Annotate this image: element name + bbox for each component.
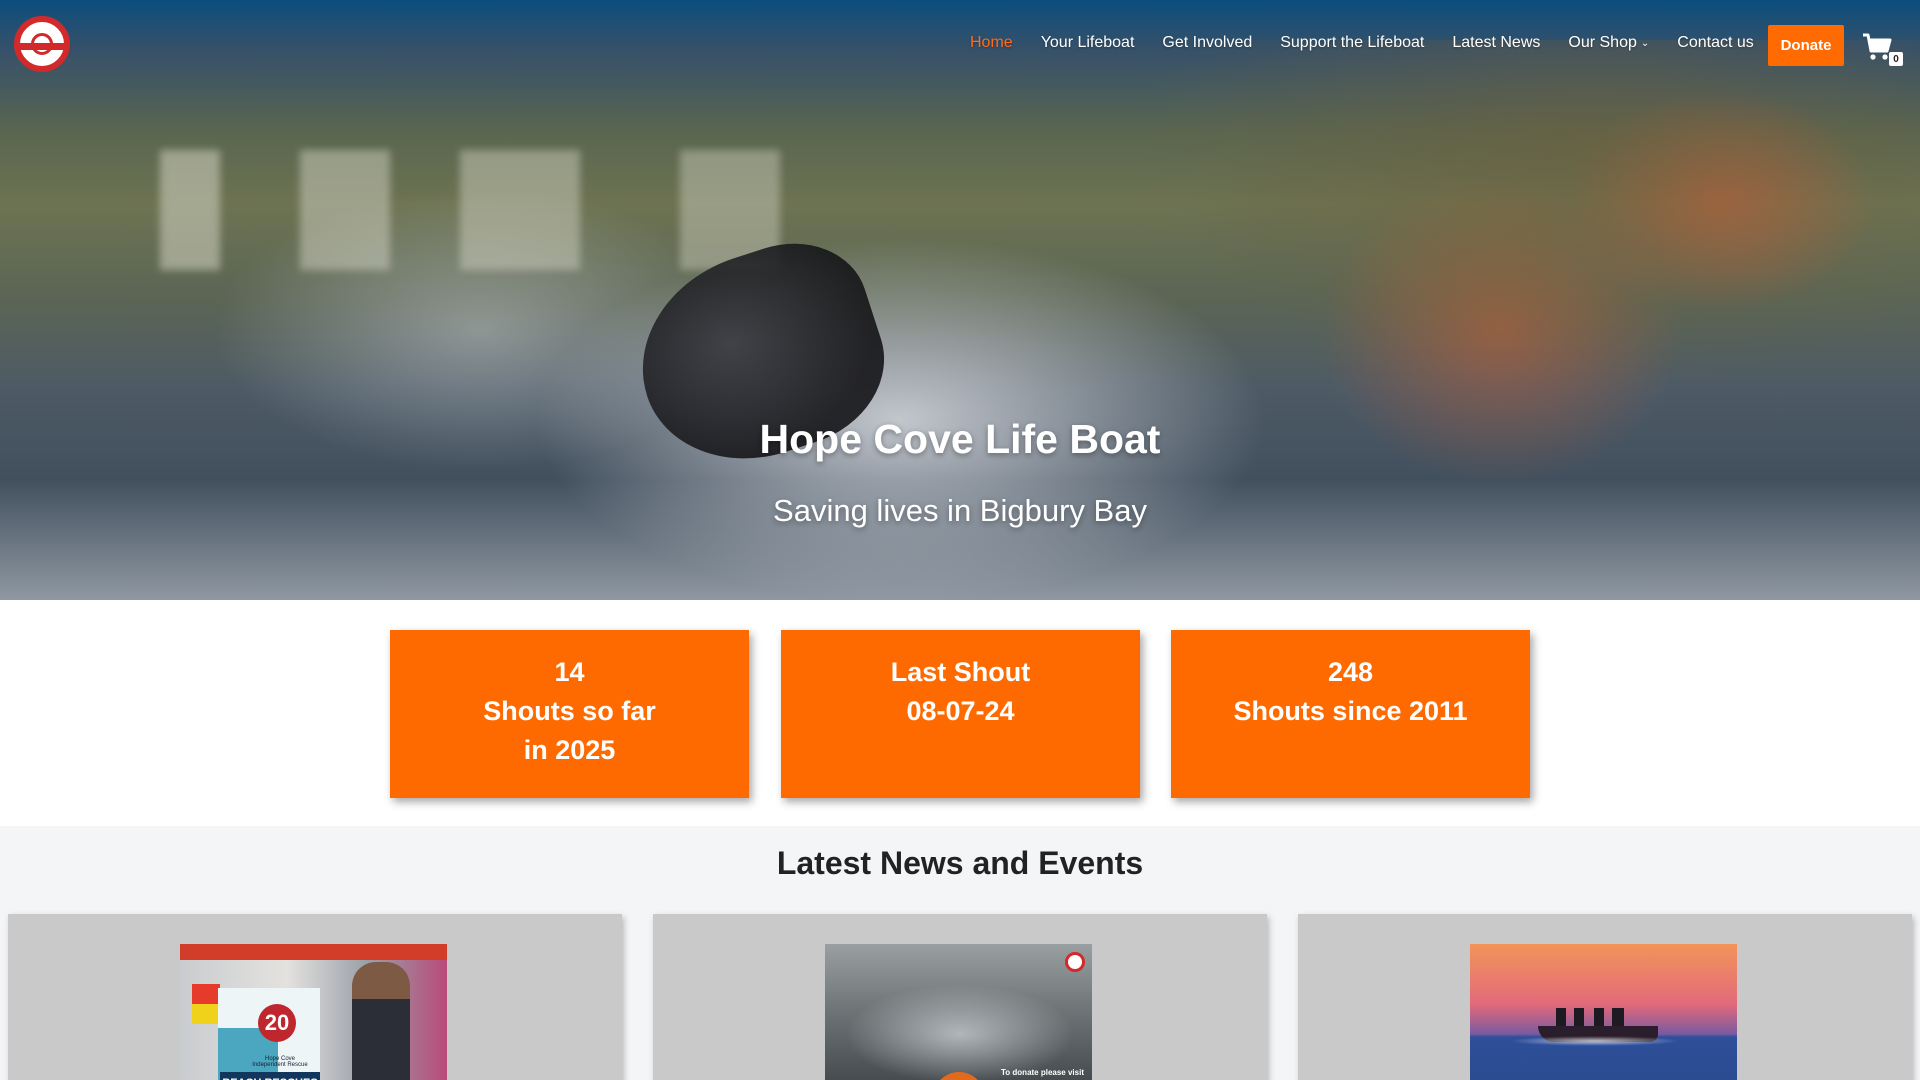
news-card[interactable]: [1298, 914, 1912, 1080]
crew-silhouettes: [1556, 1008, 1636, 1028]
news-card[interactable]: 20 Hope Cove Independent Rescue BEACH RE…: [8, 914, 622, 1080]
thumb-subtitle: Hope Cove Independent Rescue: [252, 1056, 308, 1068]
boat-wake: [1510, 1036, 1680, 1046]
nav-contact-us[interactable]: Contact us: [1677, 34, 1753, 52]
nav-home[interactable]: Home: [970, 34, 1013, 52]
nav-label: Get Involved: [1162, 34, 1253, 51]
nav-support-the-lifeboat[interactable]: Support the Lifeboat: [1280, 34, 1424, 52]
tv-banner: [180, 944, 447, 960]
nav-label: Contact us: [1677, 34, 1754, 51]
nav-get-involved[interactable]: Get Involved: [1162, 34, 1252, 52]
donate-button[interactable]: Donate: [1768, 25, 1844, 66]
cart-count-badge: 0: [1889, 52, 1903, 66]
stat-value: 08-07-24: [906, 696, 1015, 726]
hero-subtitle: Saving lives in Bigbury Bay: [773, 493, 1147, 528]
nav-label: Your Lifeboat: [1040, 34, 1135, 51]
site-logo[interactable]: [14, 16, 70, 72]
nav-our-shop[interactable]: Our Shop ⌄: [1568, 34, 1649, 52]
thumb-caption: BEACH RESCUES: [220, 1072, 320, 1080]
stat-label: Shouts since 2011: [1233, 696, 1468, 726]
nav-label: Our Shop: [1568, 34, 1637, 51]
news-thumbnail[interactable]: To donate please visit: [825, 944, 1092, 1080]
cart-icon[interactable]: [1862, 32, 1892, 62]
logo-band: [16, 43, 68, 50]
stat-label-2: in 2025: [523, 735, 616, 765]
site-header: Home Your Lifeboat Get Involved Support …: [0, 0, 1920, 92]
stat-value: 248: [1327, 657, 1374, 687]
main-nav: Home Your Lifeboat Get Involved Support …: [970, 34, 1782, 52]
nav-label: Latest News: [1452, 34, 1541, 51]
hero-title: Hope Cove Life Boat: [759, 416, 1161, 462]
stat-label: Shouts so far: [483, 696, 656, 726]
chevron-down-icon: ⌄: [1640, 37, 1650, 49]
sea-spray: [845, 984, 1075, 1080]
nav-label: Home: [970, 34, 1013, 51]
nav-label: Support the Lifeboat: [1280, 34, 1425, 51]
presenter-figure: [352, 962, 410, 1080]
cart-icon-svg: [1863, 33, 1892, 60]
stat-label: Last Shout: [890, 657, 1031, 687]
lifebuoy-icon: [1065, 952, 1085, 972]
stat-card-shouts-this-year: 14 Shouts so far in 2025: [390, 630, 749, 798]
hero-background-cliff: [1100, 40, 1920, 400]
stat-card-shouts-total: 248 Shouts since 2011: [1171, 630, 1530, 798]
news-card[interactable]: To donate please visit: [653, 914, 1267, 1080]
news-heading: Latest News and Events: [776, 845, 1144, 881]
nav-latest-news[interactable]: Latest News: [1452, 34, 1540, 52]
stat-value: 14: [554, 657, 585, 687]
thumb-caption: To donate please visit: [1001, 1068, 1084, 1077]
beach-flag-icon: [192, 984, 220, 1024]
news-thumbnail[interactable]: [1470, 944, 1737, 1080]
nav-your-lifeboat[interactable]: Your Lifeboat: [1041, 34, 1135, 52]
news-thumbnail[interactable]: 20 Hope Cove Independent Rescue BEACH RE…: [180, 944, 447, 1080]
stat-card-last-shout: Last Shout 08-07-24: [781, 630, 1140, 798]
rescue-count-badge: 20: [258, 1004, 296, 1042]
